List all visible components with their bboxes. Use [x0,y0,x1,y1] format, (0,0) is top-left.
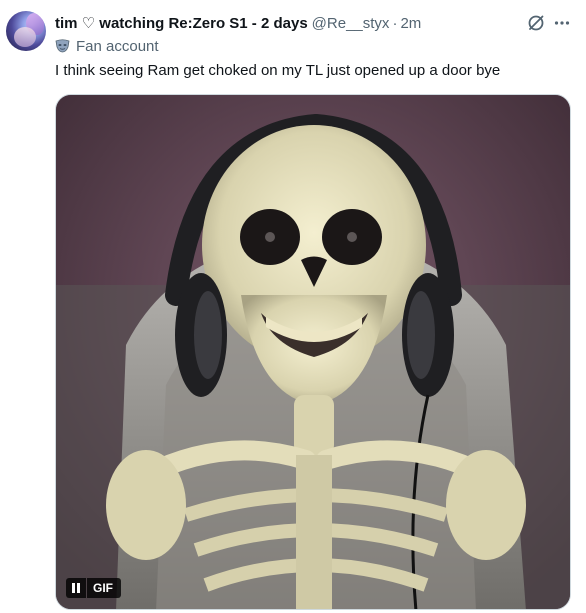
avatar-face [14,27,36,47]
gif-image [56,95,570,609]
timestamp[interactable]: 2m [400,15,421,32]
avatar[interactable] [6,11,46,51]
account-label[interactable]: Fan account [55,37,159,55]
gif-badge: GIF [87,578,121,598]
grok-button[interactable] [525,12,547,34]
gif-controls: GIF [66,578,121,598]
separator-dot: · [392,14,398,32]
tweet: tim ♡ watching Re:Zero S1 - 2 days @Re__… [0,0,586,613]
more-icon [554,21,570,25]
display-name[interactable]: tim ♡ watching Re:Zero S1 - 2 days [55,14,308,32]
user-handle[interactable]: @Re__styx [312,15,390,32]
grok-icon [528,15,544,31]
pause-icon [72,583,80,593]
fan-account-mask-icon [55,39,70,53]
tweet-text: I think seeing Ram get choked on my TL j… [55,62,501,79]
gif-media[interactable] [55,94,571,610]
more-button[interactable] [551,12,573,34]
pause-button[interactable] [66,578,86,598]
tweet-header: tim ♡ watching Re:Zero S1 - 2 days @Re__… [55,13,421,33]
account-label-text: Fan account [76,37,159,55]
